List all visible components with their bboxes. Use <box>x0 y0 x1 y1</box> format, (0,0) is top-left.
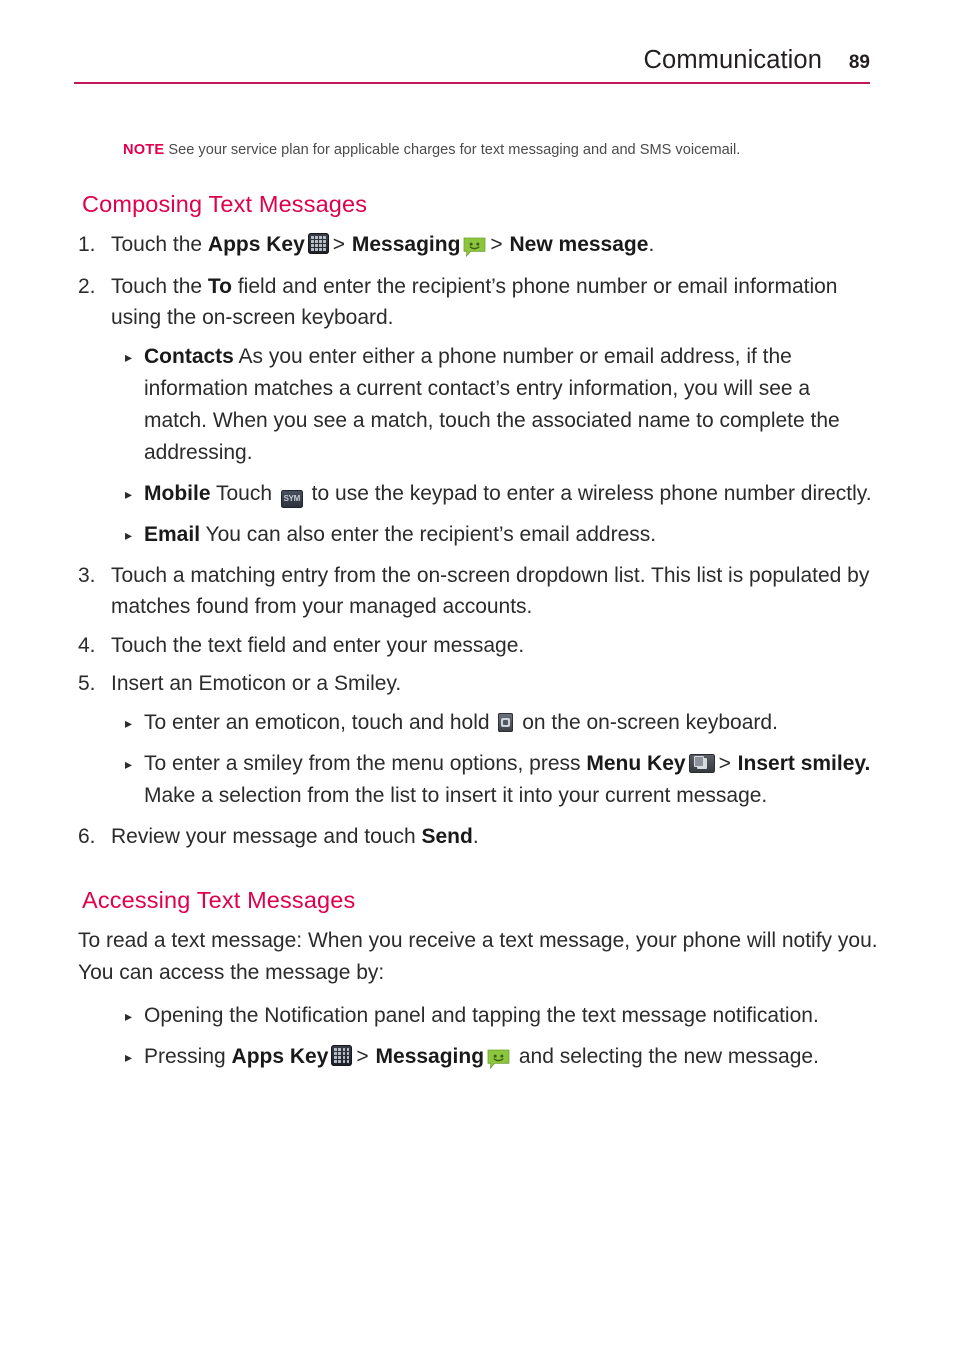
bullet-email: ▸ Email You can also enter the recipient… <box>78 519 878 551</box>
menu-key-icon <box>688 753 715 773</box>
bullet-smiley-text-a: To enter a smiley from the menu options,… <box>144 751 587 775</box>
page-number: 89 <box>848 52 870 73</box>
step-2: 2. Touch the To field and enter the reci… <box>78 271 878 334</box>
step-5-marker: 5. <box>78 672 96 695</box>
step-1-messaging-label: Messaging <box>351 233 461 256</box>
bullet-email-label: Email <box>144 522 201 546</box>
step-6-send-label: Send <box>421 824 473 848</box>
step-1-marker: 1. <box>78 233 96 256</box>
bullet-appskey-messaging-label: Messaging <box>375 1045 485 1068</box>
step-6: 6. Review your message and touch Send. <box>78 821 878 853</box>
bullet-appskey-label: Apps Key <box>231 1045 329 1068</box>
bullet-insert-smiley-body: To enter a smiley from the menu options,… <box>144 748 878 812</box>
page-title: Communication <box>643 46 822 74</box>
apps-key-grid <box>310 236 326 251</box>
bullet-appskey-text-a: Pressing <box>144 1045 232 1068</box>
step-3-marker: 3. <box>78 563 96 587</box>
page-content: NOTE See your service plan for applicabl… <box>78 140 878 1085</box>
step-3: 3. Touch a matching entry from the on-sc… <box>78 560 878 623</box>
step-1-apps-key-label: Apps Key <box>207 233 305 256</box>
bullet-mobile-text-a: Touch <box>210 481 278 505</box>
bullet-mobile-body: Mobile Touch SYM to use the keypad to en… <box>144 478 878 510</box>
step-6-text-b: . <box>472 824 479 848</box>
messaging-icon <box>487 1044 510 1076</box>
step-1-body: Touch the Apps Key > Messaging > New messa… <box>111 229 878 264</box>
header-row: Communication 89 <box>74 46 870 80</box>
bullet-notification-panel: ▸ Opening the Notification panel and tap… <box>78 1000 878 1032</box>
apps-key-icon <box>331 1045 353 1066</box>
bullet-arrow-icon: ▸ <box>125 1049 133 1065</box>
bullet-smiley-menu-key-label: Menu Key <box>586 751 686 775</box>
heading-composing-text-messages: Composing Text Messages <box>82 191 368 217</box>
bullet-smiley-chevron: > <box>718 751 731 775</box>
bullet-smiley-text-b: Make a selection from the list to insert… <box>144 783 768 807</box>
bullet-contacts: ▸ Contacts As you enter either a phone n… <box>78 341 878 469</box>
step-4-text: Touch the text field and enter your mess… <box>111 633 525 657</box>
step-2-marker: 2. <box>78 274 96 298</box>
bullet-apps-key-messaging-body: Pressing Apps Key > Messaging and selecti… <box>144 1041 878 1076</box>
header-divider <box>74 82 870 85</box>
bullet-arrow-icon: ▸ <box>125 755 133 772</box>
bullet-emoticon-text-b: on the on-screen keyboard. <box>516 710 778 734</box>
step-5-text: Insert an Emoticon or a Smiley. <box>111 672 402 695</box>
bullet-emoticon: ▸ To enter an emoticon, touch and hold o… <box>78 707 878 739</box>
bullet-arrow-icon: ▸ <box>125 714 133 731</box>
bullet-arrow-icon: ▸ <box>125 485 133 502</box>
step-2-body: Touch the To field and enter the recipie… <box>111 271 878 334</box>
step-6-body: Review your message and touch Send. <box>111 821 878 853</box>
note-callout: NOTE See your service plan for applicabl… <box>123 140 878 160</box>
note-text: See your service plan for applicable cha… <box>168 142 741 158</box>
apps-key-icon <box>307 233 329 254</box>
emoticon-key-glyph <box>501 717 511 727</box>
bullet-smiley-insert-label: Insert smiley. <box>737 751 871 775</box>
step-6-marker: 6. <box>78 824 96 848</box>
bullet-mobile: ▸ Mobile Touch SYM to use the keypad to … <box>78 478 878 510</box>
messaging-icon <box>463 232 486 264</box>
bullet-contacts-body: Contacts As you enter either a phone num… <box>144 341 878 469</box>
bullet-emoticon-text-a: To enter an emoticon, touch and hold <box>144 710 496 734</box>
bullet-arrow-icon: ▸ <box>125 1008 133 1024</box>
step-6-text-a: Review your message and touch <box>111 824 422 848</box>
bullet-appskey-text-b: and selecting the new message. <box>513 1045 819 1068</box>
step-4: 4. Touch the text field and enter your m… <box>78 630 878 662</box>
sym-key-icon: SYM <box>280 489 303 508</box>
step-1-text-b: . <box>648 233 655 256</box>
bullet-contacts-label: Contacts <box>144 344 234 368</box>
step-1-text-a: Touch the <box>111 233 208 256</box>
step-5: 5. Insert an Emoticon or a Smiley. <box>78 668 878 700</box>
apps-key-grid <box>334 1048 350 1063</box>
step-4-marker: 4. <box>78 633 96 657</box>
accessing-intro-text: To read a text message: When you receive… <box>78 929 878 984</box>
page-header: Communication 89 <box>74 46 870 92</box>
note-label: NOTE <box>123 142 165 158</box>
menu-key-glyph <box>694 756 707 769</box>
step-3-text: Touch a matching entry from the on-scree… <box>111 563 870 619</box>
bullet-insert-smiley: ▸ To enter a smiley from the menu option… <box>78 748 878 812</box>
bullet-arrow-icon: ▸ <box>125 348 133 365</box>
step-2-text-a: Touch the <box>111 274 208 298</box>
step-2-to-field-label: To <box>207 274 233 298</box>
bullet-mobile-text-b: to use the keypad to enter a wireless ph… <box>305 481 872 505</box>
bullet-emoticon-body: To enter an emoticon, touch and hold on … <box>144 707 878 739</box>
step-1-new-message-label: New message <box>509 233 649 256</box>
bullet-arrow-icon: ▸ <box>125 526 133 543</box>
bullet-email-body: Email You can also enter the recipient’s… <box>144 519 878 551</box>
bullet-appskey-chevron: > <box>356 1045 369 1068</box>
emoticon-key-icon <box>498 712 514 732</box>
bullet-notification-text: Opening the Notification panel and tappi… <box>144 1004 819 1027</box>
step-1-chevron-2: > <box>490 233 503 256</box>
bullet-apps-key-messaging: ▸ Pressing Apps Key > Messaging and selec… <box>78 1041 878 1076</box>
bullet-contacts-text: As you enter either a phone number or em… <box>144 344 840 464</box>
bullet-mobile-label: Mobile <box>144 481 211 505</box>
heading-accessing-text-messages: Accessing Text Messages <box>82 887 356 913</box>
step-1-chevron-1: > <box>332 233 346 256</box>
bullet-email-text: You can also enter the recipient’s email… <box>200 522 657 546</box>
step-1: 1. Touch the Apps Key > Messaging > New me… <box>78 229 878 264</box>
